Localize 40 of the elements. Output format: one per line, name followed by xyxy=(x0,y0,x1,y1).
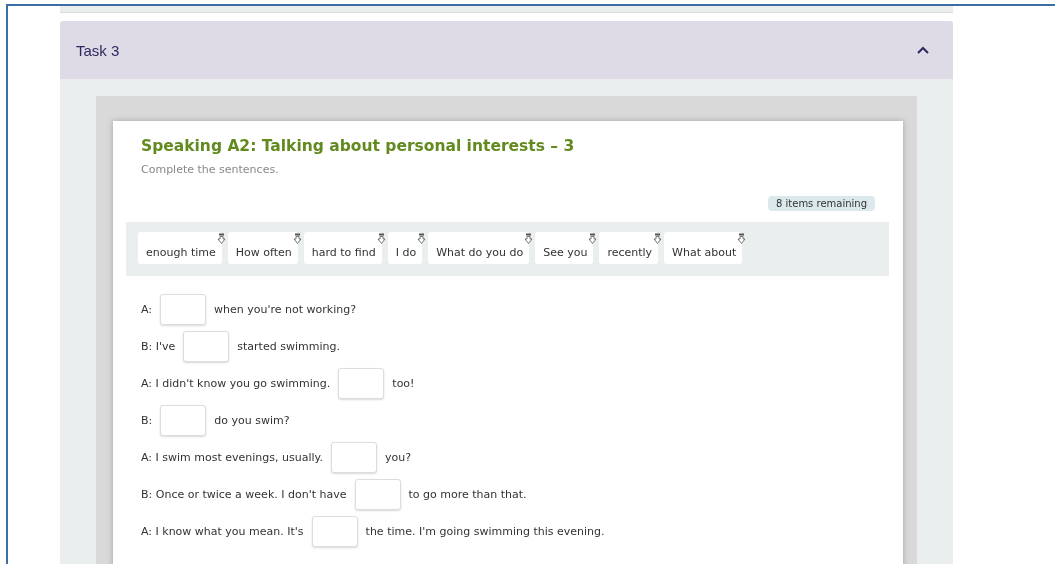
sentence-text: to go more than that. xyxy=(408,487,527,501)
sentence-text: B: Once or twice a week. I don't have xyxy=(141,487,347,501)
word-chip[interactable]: I do xyxy=(387,232,423,264)
sentence-text: you? xyxy=(385,450,412,464)
drop-box[interactable] xyxy=(331,441,377,473)
accordion-header[interactable]: Task 3 xyxy=(60,21,953,79)
word-chip[interactable]: recently xyxy=(599,232,659,264)
exercise-title: Speaking A2: Talking about personal interests – 3 xyxy=(141,137,576,155)
word-chip[interactable]: What do you do xyxy=(428,232,530,264)
sentence-text: started swimming. xyxy=(237,339,340,353)
drag-icon xyxy=(292,233,302,244)
drop-box[interactable] xyxy=(160,293,207,325)
drag-icon xyxy=(588,233,598,244)
sentence-text: A: I swim most evenings, usually. xyxy=(141,450,323,464)
remaining-badge: 8 items remaining xyxy=(768,196,875,211)
sentence-text: A: I know what you mean. It's xyxy=(141,524,304,538)
drop-box[interactable] xyxy=(160,404,207,436)
drop-box[interactable] xyxy=(311,515,358,547)
word-chip[interactable]: What about xyxy=(664,232,743,264)
word-chip[interactable]: See you xyxy=(535,232,594,264)
drop-box[interactable] xyxy=(354,478,401,510)
drag-icon xyxy=(524,233,534,244)
instruction-text: Complete the sentences. xyxy=(141,163,280,176)
drop-box[interactable] xyxy=(183,330,230,362)
sentence-text: do you swim? xyxy=(214,413,290,427)
sentence-text: too! xyxy=(392,376,415,390)
sentence-text: when you're not working? xyxy=(214,302,356,316)
drag-icon xyxy=(216,233,226,244)
accordion-title: Task 3 xyxy=(75,41,120,59)
drag-icon xyxy=(737,233,747,244)
chevron-icon[interactable] xyxy=(917,46,929,54)
sentence-text: A: I didn't know you go swimming. xyxy=(141,376,331,390)
drag-icon xyxy=(417,233,427,244)
sentence-text: B: xyxy=(141,413,153,427)
drop-box[interactable] xyxy=(338,367,385,399)
sentence-text: the time. I'm going swimming this evening. xyxy=(365,524,605,538)
drag-icon xyxy=(653,233,663,244)
sentence-text: A: xyxy=(141,302,153,316)
drag-icon xyxy=(376,233,386,244)
sentence-text: B: I've xyxy=(141,339,176,353)
